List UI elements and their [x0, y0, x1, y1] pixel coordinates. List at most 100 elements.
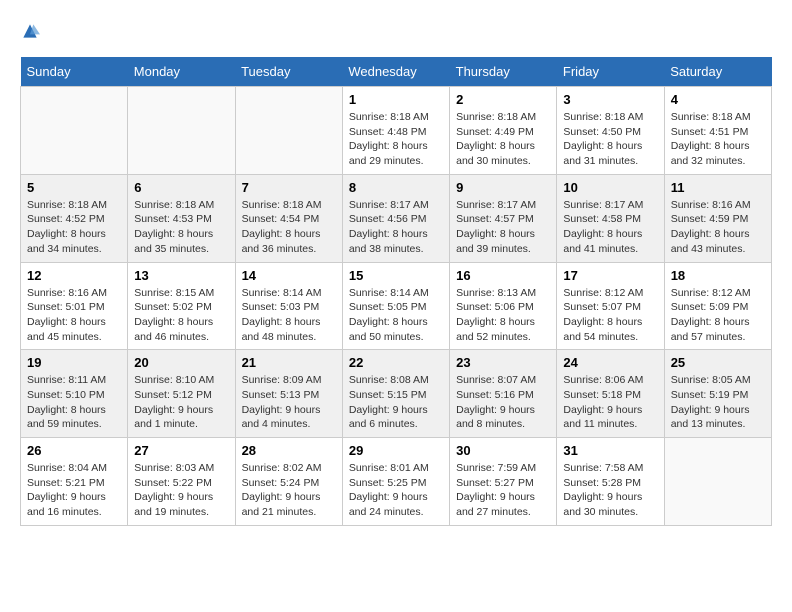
calendar-cell: [664, 438, 771, 526]
calendar-cell: 18 Sunrise: 8:12 AM Sunset: 5:09 PM Dayli…: [664, 262, 771, 350]
calendar-cell: 24 Sunrise: 8:06 AM Sunset: 5:18 PM Dayli…: [557, 350, 664, 438]
day-number: 24: [563, 355, 657, 370]
calendar-week-row: 1 Sunrise: 8:18 AM Sunset: 4:48 PM Daylig…: [21, 87, 772, 175]
calendar-cell: 15 Sunrise: 8:14 AM Sunset: 5:05 PM Dayli…: [342, 262, 449, 350]
col-tuesday: Tuesday: [235, 57, 342, 87]
calendar-week-row: 26Sunrise: 8:04 AM Sunset: 5:21 PM Dayli…: [21, 438, 772, 526]
day-info: Sunrise: 8:11 AM Sunset: 5:10 PM Dayligh…: [27, 373, 121, 432]
day-number: 7: [242, 180, 336, 195]
calendar-cell: 17Sunrise: 8:12 AM Sunset: 5:07 PM Dayli…: [557, 262, 664, 350]
calendar-cell: 6Sunrise: 8:18 AM Sunset: 4:53 PM Daylig…: [128, 174, 235, 262]
day-number: 4: [671, 92, 765, 107]
day-number: 29: [349, 443, 443, 458]
day-info: Sunrise: 8:07 AM Sunset: 5:16 PM Dayligh…: [456, 373, 550, 432]
day-info: Sunrise: 7:58 AM Sunset: 5:28 PM Dayligh…: [563, 461, 657, 520]
calendar-cell: 1 Sunrise: 8:18 AM Sunset: 4:48 PM Daylig…: [342, 87, 449, 175]
day-number: 27: [134, 443, 228, 458]
day-info: Sunrise: 8:12 AM Sunset: 5:07 PM Dayligh…: [563, 286, 657, 345]
day-info: Sunrise: 8:18 AM Sunset: 4:52 PM Dayligh…: [27, 198, 121, 257]
day-info: Sunrise: 8:15 AM Sunset: 5:02 PM Dayligh…: [134, 286, 228, 345]
calendar-cell: 20 Sunrise: 8:10 AM Sunset: 5:12 PM Dayli…: [128, 350, 235, 438]
calendar-cell: 25 Sunrise: 8:05 AM Sunset: 5:19 PM Dayli…: [664, 350, 771, 438]
day-number: 21: [242, 355, 336, 370]
day-info: Sunrise: 8:18 AM Sunset: 4:54 PM Dayligh…: [242, 198, 336, 257]
calendar-cell: [128, 87, 235, 175]
day-number: 15: [349, 268, 443, 283]
day-info: Sunrise: 8:16 AM Sunset: 4:59 PM Dayligh…: [671, 198, 765, 257]
day-number: 1: [349, 92, 443, 107]
day-info: Sunrise: 8:16 AM Sunset: 5:01 PM Dayligh…: [27, 286, 121, 345]
calendar-cell: 3 Sunrise: 8:18 AM Sunset: 4:50 PM Daylig…: [557, 87, 664, 175]
day-number: 28: [242, 443, 336, 458]
day-info: Sunrise: 8:14 AM Sunset: 5:05 PM Dayligh…: [349, 286, 443, 345]
day-number: 13: [134, 268, 228, 283]
day-number: 31: [563, 443, 657, 458]
day-number: 18: [671, 268, 765, 283]
day-number: 14: [242, 268, 336, 283]
calendar-cell: 19 Sunrise: 8:11 AM Sunset: 5:10 PM Dayli…: [21, 350, 128, 438]
calendar-cell: 12 Sunrise: 8:16 AM Sunset: 5:01 PM Dayli…: [21, 262, 128, 350]
col-saturday: Saturday: [664, 57, 771, 87]
calendar-cell: 22 Sunrise: 8:08 AM Sunset: 5:15 PM Dayli…: [342, 350, 449, 438]
day-info: Sunrise: 8:18 AM Sunset: 4:50 PM Dayligh…: [563, 110, 657, 169]
calendar-week-row: 12 Sunrise: 8:16 AM Sunset: 5:01 PM Dayli…: [21, 262, 772, 350]
col-wednesday: Wednesday: [342, 57, 449, 87]
calendar-week-row: 19 Sunrise: 8:11 AM Sunset: 5:10 PM Dayli…: [21, 350, 772, 438]
day-number: 9: [456, 180, 550, 195]
calendar-cell: 11 Sunrise: 8:16 AM Sunset: 4:59 PM Dayli…: [664, 174, 771, 262]
day-info: Sunrise: 8:18 AM Sunset: 4:53 PM Dayligh…: [134, 198, 228, 257]
day-number: 25: [671, 355, 765, 370]
day-info: Sunrise: 8:06 AM Sunset: 5:18 PM Dayligh…: [563, 373, 657, 432]
day-info: Sunrise: 8:13 AM Sunset: 5:06 PM Dayligh…: [456, 286, 550, 345]
day-number: 19: [27, 355, 121, 370]
calendar-cell: 14 Sunrise: 8:14 AM Sunset: 5:03 PM Dayli…: [235, 262, 342, 350]
day-number: 10: [563, 180, 657, 195]
day-info: Sunrise: 8:08 AM Sunset: 5:15 PM Dayligh…: [349, 373, 443, 432]
logo-icon: [20, 21, 40, 41]
logo: [20, 20, 44, 41]
day-info: Sunrise: 8:05 AM Sunset: 5:19 PM Dayligh…: [671, 373, 765, 432]
day-number: 5: [27, 180, 121, 195]
calendar-cell: 30Sunrise: 7:59 AM Sunset: 5:27 PM Dayli…: [450, 438, 557, 526]
day-info: Sunrise: 8:12 AM Sunset: 5:09 PM Dayligh…: [671, 286, 765, 345]
calendar-cell: 23 Sunrise: 8:07 AM Sunset: 5:16 PM Dayli…: [450, 350, 557, 438]
day-info: Sunrise: 8:01 AM Sunset: 5:25 PM Dayligh…: [349, 461, 443, 520]
day-info: Sunrise: 8:18 AM Sunset: 4:51 PM Dayligh…: [671, 110, 765, 169]
day-number: 16: [456, 268, 550, 283]
day-info: Sunrise: 8:14 AM Sunset: 5:03 PM Dayligh…: [242, 286, 336, 345]
day-info: Sunrise: 8:09 AM Sunset: 5:13 PM Dayligh…: [242, 373, 336, 432]
calendar-table: Sunday Monday Tuesday Wednesday Thursday…: [20, 57, 772, 526]
col-sunday: Sunday: [21, 57, 128, 87]
calendar-cell: 21 Sunrise: 8:09 AM Sunset: 5:13 PM Dayli…: [235, 350, 342, 438]
day-info: Sunrise: 7:59 AM Sunset: 5:27 PM Dayligh…: [456, 461, 550, 520]
day-number: 11: [671, 180, 765, 195]
day-number: 22: [349, 355, 443, 370]
day-info: Sunrise: 8:04 AM Sunset: 5:21 PM Dayligh…: [27, 461, 121, 520]
page-header: [20, 20, 772, 41]
calendar-cell: 4 Sunrise: 8:18 AM Sunset: 4:51 PM Daylig…: [664, 87, 771, 175]
day-info: Sunrise: 8:10 AM Sunset: 5:12 PM Dayligh…: [134, 373, 228, 432]
calendar-cell: 2Sunrise: 8:18 AM Sunset: 4:49 PM Daylig…: [450, 87, 557, 175]
col-friday: Friday: [557, 57, 664, 87]
col-monday: Monday: [128, 57, 235, 87]
day-number: 3: [563, 92, 657, 107]
calendar-cell: 26Sunrise: 8:04 AM Sunset: 5:21 PM Dayli…: [21, 438, 128, 526]
day-info: Sunrise: 8:17 AM Sunset: 4:56 PM Dayligh…: [349, 198, 443, 257]
calendar-cell: [235, 87, 342, 175]
calendar-cell: 8Sunrise: 8:17 AM Sunset: 4:56 PM Daylig…: [342, 174, 449, 262]
day-number: 12: [27, 268, 121, 283]
col-thursday: Thursday: [450, 57, 557, 87]
calendar-cell: 31 Sunrise: 7:58 AM Sunset: 5:28 PM Dayli…: [557, 438, 664, 526]
day-info: Sunrise: 8:17 AM Sunset: 4:57 PM Dayligh…: [456, 198, 550, 257]
day-number: 2: [456, 92, 550, 107]
calendar-cell: 16 Sunrise: 8:13 AM Sunset: 5:06 PM Dayli…: [450, 262, 557, 350]
calendar-cell: 10Sunrise: 8:17 AM Sunset: 4:58 PM Dayli…: [557, 174, 664, 262]
calendar-cell: 9 Sunrise: 8:17 AM Sunset: 4:57 PM Daylig…: [450, 174, 557, 262]
calendar-header-row: Sunday Monday Tuesday Wednesday Thursday…: [21, 57, 772, 87]
day-number: 23: [456, 355, 550, 370]
day-number: 20: [134, 355, 228, 370]
day-info: Sunrise: 8:18 AM Sunset: 4:48 PM Dayligh…: [349, 110, 443, 169]
calendar-cell: 27Sunrise: 8:03 AM Sunset: 5:22 PM Dayli…: [128, 438, 235, 526]
calendar-body: 1 Sunrise: 8:18 AM Sunset: 4:48 PM Daylig…: [21, 87, 772, 526]
calendar-cell: 28Sunrise: 8:02 AM Sunset: 5:24 PM Dayli…: [235, 438, 342, 526]
